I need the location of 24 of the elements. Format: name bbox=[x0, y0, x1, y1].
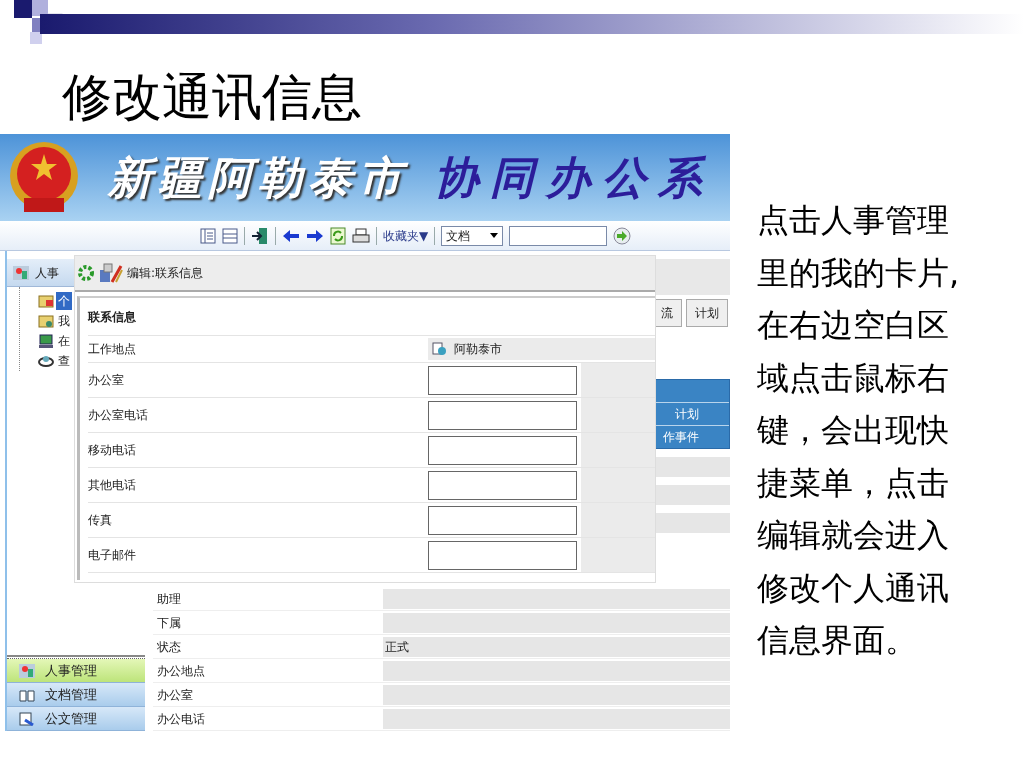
banner-system-title: 协同办公系 bbox=[434, 150, 714, 205]
slide-title: 修改通讯信息 bbox=[62, 67, 363, 128]
module-label: 人事管理 bbox=[45, 661, 97, 680]
slide-body-text: 点击人事管理里的我的卡片,在右边空白区域点击鼠标右键，会出现快捷菜单，点击编辑就会进入修改个人通讯信息界面。 bbox=[757, 200, 961, 661]
field-value: 阿勒泰市 bbox=[454, 341, 502, 358]
field-label: 其他电话 bbox=[88, 477, 137, 494]
field-label: 办公电话 bbox=[156, 710, 206, 728]
section-heading: 联系信息 bbox=[88, 308, 136, 326]
field-label: 助理 bbox=[156, 590, 182, 608]
field-label: 工作地点 bbox=[88, 341, 137, 358]
field-label: 电子邮件 bbox=[88, 547, 137, 564]
module-label: 文档管理 bbox=[45, 685, 97, 704]
field-label: 下属 bbox=[156, 614, 182, 632]
field-label: 办公室 bbox=[88, 372, 125, 389]
field-label: 办公室 bbox=[156, 686, 194, 704]
field-label: 办公室电话 bbox=[88, 407, 149, 424]
field-label: 移动电话 bbox=[88, 442, 137, 459]
field-label: 状态 bbox=[156, 638, 182, 656]
field-label: 办公地点 bbox=[156, 662, 206, 680]
value-cell: 正式 bbox=[383, 636, 730, 657]
module-label: 公文管理 bbox=[45, 709, 97, 728]
banner-city-title: 新疆阿勒泰市 bbox=[108, 150, 408, 205]
field-label: 传真 bbox=[88, 512, 113, 529]
dialog-title: 编辑:联系信息 bbox=[127, 265, 204, 282]
